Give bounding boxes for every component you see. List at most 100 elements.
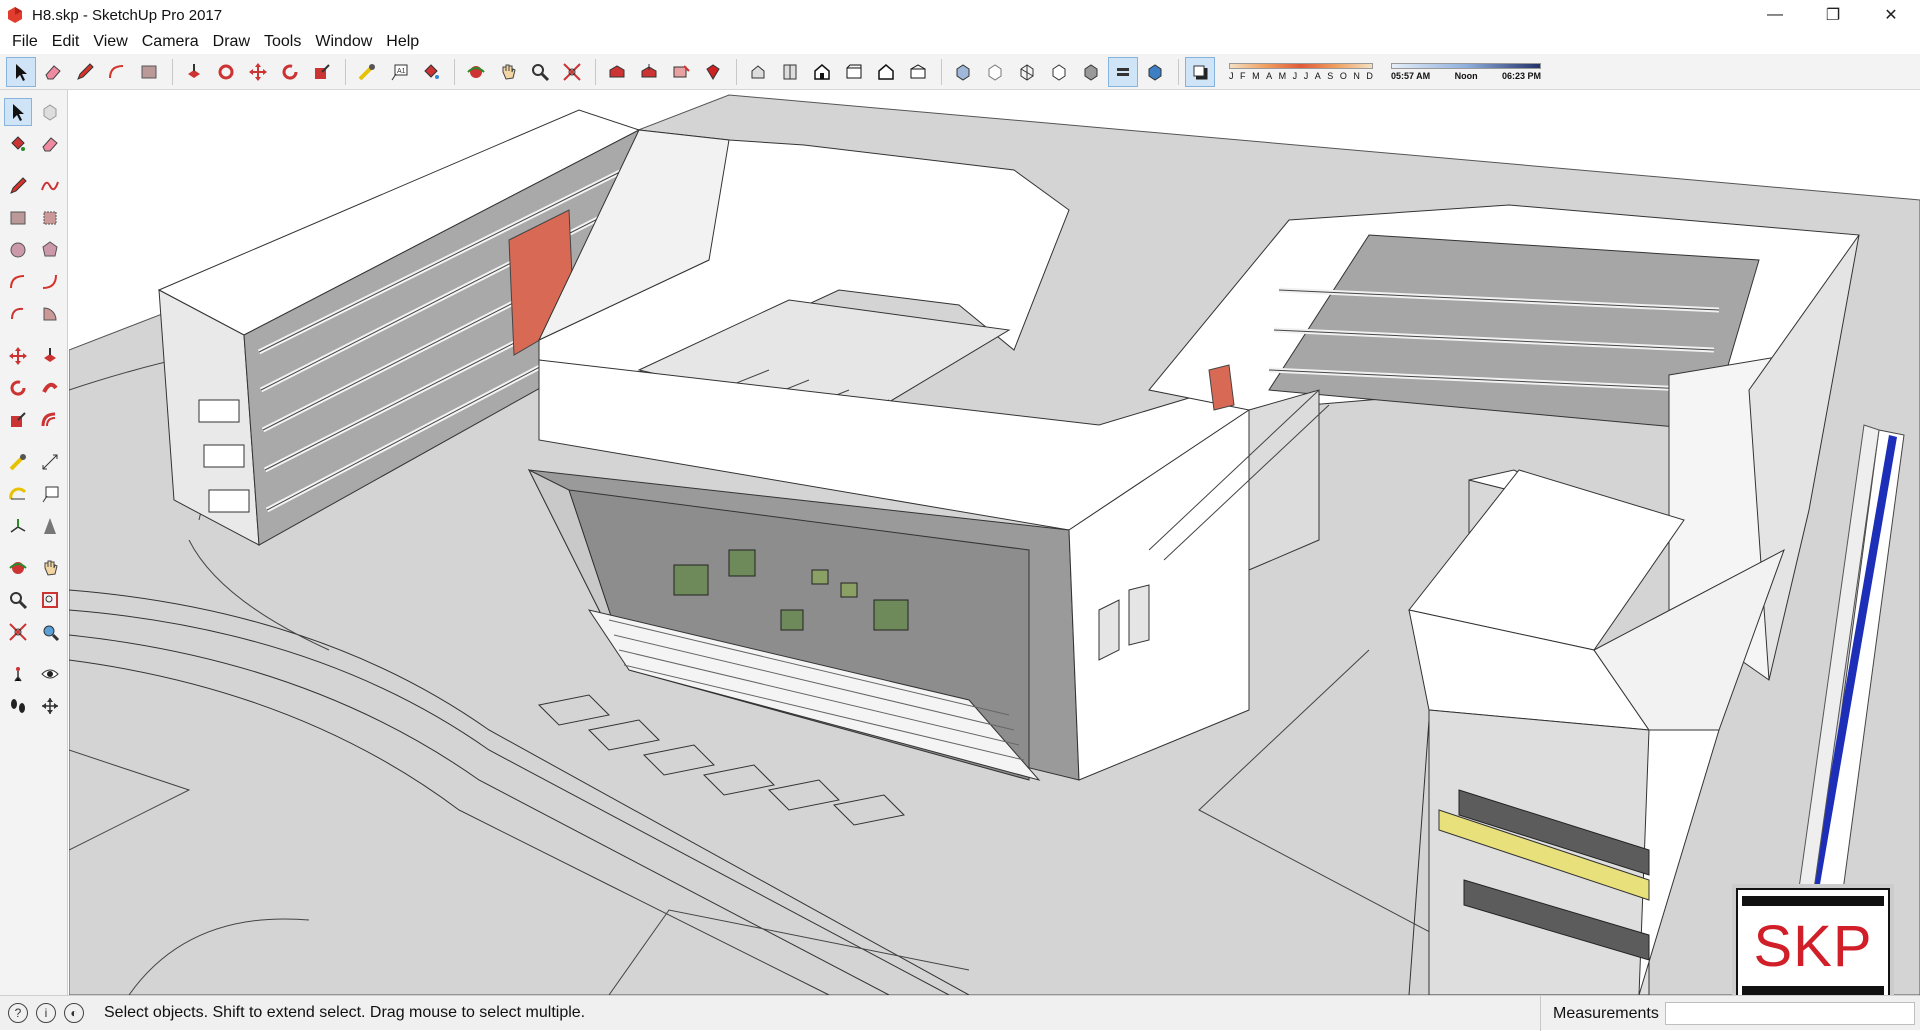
extension-warehouse-button[interactable]	[698, 57, 728, 87]
rectangle-tool-button[interactable]	[134, 57, 164, 87]
user-account-icon[interactable]: ◐	[64, 1003, 84, 1023]
hidden-line-button[interactable]	[1044, 57, 1074, 87]
offset-tool[interactable]	[36, 406, 64, 434]
3d-text-tool[interactable]	[36, 512, 64, 540]
shadow-date-slider[interactable]: J F M A M J J A S O N D	[1229, 62, 1373, 81]
rectangle-tool[interactable]	[4, 204, 32, 232]
close-button[interactable]: ✕	[1862, 0, 1920, 30]
follow-me-button[interactable]	[211, 57, 241, 87]
zoom-extents-button[interactable]	[557, 57, 587, 87]
shaded-textures-button[interactable]	[1108, 56, 1138, 87]
orbit-button[interactable]	[461, 57, 491, 87]
paint-bucket-icon	[424, 63, 439, 79]
menu-tools[interactable]: Tools	[258, 33, 307, 51]
minimize-button[interactable]: —	[1746, 0, 1804, 30]
monochrome-button[interactable]	[1140, 57, 1170, 87]
move-tool-button[interactable]	[243, 57, 273, 87]
time-slider-track[interactable]	[1391, 62, 1541, 69]
position-camera-tool[interactable]	[4, 660, 32, 688]
top-view-button[interactable]	[775, 57, 805, 87]
model-scene[interactable]	[69, 90, 1920, 995]
menu-draw[interactable]: Draw	[207, 33, 256, 51]
menu-edit[interactable]: Edit	[46, 33, 86, 51]
push-pull-icon	[43, 348, 56, 362]
rotate-tool[interactable]	[4, 374, 32, 402]
month-label: M	[1278, 70, 1287, 81]
protractor-tool[interactable]	[4, 480, 32, 508]
paint-bucket-tool[interactable]	[4, 130, 32, 158]
eraser-tool[interactable]	[36, 130, 64, 158]
zoom-button[interactable]	[525, 57, 555, 87]
line-tool-button[interactable]	[70, 57, 100, 87]
walk-tool[interactable]	[4, 692, 32, 720]
warehouse-button[interactable]	[602, 57, 632, 87]
push-pull-tool[interactable]	[36, 342, 64, 370]
eraser-tool-button[interactable]	[38, 57, 68, 87]
menu-help[interactable]: Help	[380, 33, 425, 51]
zoom-window-tool[interactable]	[36, 586, 64, 614]
menu-camera[interactable]: Camera	[136, 33, 205, 51]
make-component-tool[interactable]	[36, 98, 64, 126]
toolbar-separator	[345, 58, 346, 85]
two-point-arc-tool[interactable]	[36, 268, 64, 296]
tape-measure-tool[interactable]	[4, 448, 32, 476]
tape-measure-button[interactable]	[352, 57, 382, 87]
left-view-button[interactable]	[903, 57, 933, 87]
shaded-button[interactable]	[1076, 57, 1106, 87]
text-tool[interactable]	[36, 480, 64, 508]
pan-button[interactable]	[493, 57, 523, 87]
wireframe-button[interactable]	[1012, 57, 1042, 87]
arc-tool[interactable]	[4, 268, 32, 296]
scale-tool[interactable]	[4, 406, 32, 434]
orbit-tool[interactable]	[4, 554, 32, 582]
select-tool-button[interactable]	[6, 56, 36, 87]
pan-tool[interactable]	[36, 554, 64, 582]
look-around-tool[interactable]	[36, 660, 64, 688]
menu-view[interactable]: View	[87, 33, 133, 51]
iso-view-button[interactable]	[743, 57, 773, 87]
menu-file[interactable]: File	[6, 33, 44, 51]
dimension-tool[interactable]	[36, 448, 64, 476]
back-edges-button[interactable]	[980, 57, 1010, 87]
restore-button[interactable]: ❐	[1804, 0, 1862, 30]
measurements-input[interactable]	[1665, 1002, 1915, 1025]
circle-tool[interactable]	[4, 236, 32, 264]
front-view-button[interactable]	[807, 57, 837, 87]
zoom-extents-tool[interactable]	[4, 618, 32, 646]
move-tool[interactable]	[4, 342, 32, 370]
line-tool[interactable]	[4, 172, 32, 200]
select-tool[interactable]	[3, 98, 32, 126]
three-point-arc-tool[interactable]	[4, 300, 32, 328]
share-model-button[interactable]	[634, 57, 664, 87]
polygon-tool[interactable]	[36, 236, 64, 264]
zoom-tool[interactable]	[4, 586, 32, 614]
share-component-button[interactable]	[666, 57, 696, 87]
geolocation-icon[interactable]: ?	[8, 1003, 28, 1023]
credits-icon[interactable]: i	[36, 1003, 56, 1023]
follow-me-tool[interactable]	[36, 374, 64, 402]
text-tool-button[interactable]: A1	[384, 57, 414, 87]
previous-view-tool[interactable]	[36, 618, 64, 646]
rotated-rectangle-tool[interactable]	[36, 204, 64, 232]
front-house-icon	[814, 63, 830, 80]
axes-tool[interactable]	[4, 512, 32, 540]
paint-bucket-button[interactable]	[416, 57, 446, 87]
rotate-tool-button[interactable]	[275, 57, 305, 87]
pie-tool[interactable]	[36, 300, 64, 328]
freehand-tool[interactable]	[36, 172, 64, 200]
extension-gem-icon	[706, 63, 720, 80]
sketchup-app-icon	[8, 7, 22, 23]
push-pull-button[interactable]	[179, 57, 209, 87]
display-shadows-button[interactable]	[1185, 56, 1215, 87]
top-view-icon	[783, 64, 797, 79]
model-viewport[interactable]	[69, 90, 1920, 995]
xray-style-button[interactable]	[948, 57, 978, 87]
date-slider-track[interactable]	[1229, 62, 1373, 69]
right-view-button[interactable]	[839, 57, 869, 87]
arc-tool-button[interactable]	[102, 57, 132, 87]
back-view-button[interactable]	[871, 57, 901, 87]
scale-tool-button[interactable]	[307, 57, 337, 87]
shadow-time-slider[interactable]: 05:57 AM Noon 06:23 PM	[1391, 62, 1541, 81]
section-plane-tool[interactable]	[36, 692, 64, 720]
menu-window[interactable]: Window	[309, 33, 378, 51]
